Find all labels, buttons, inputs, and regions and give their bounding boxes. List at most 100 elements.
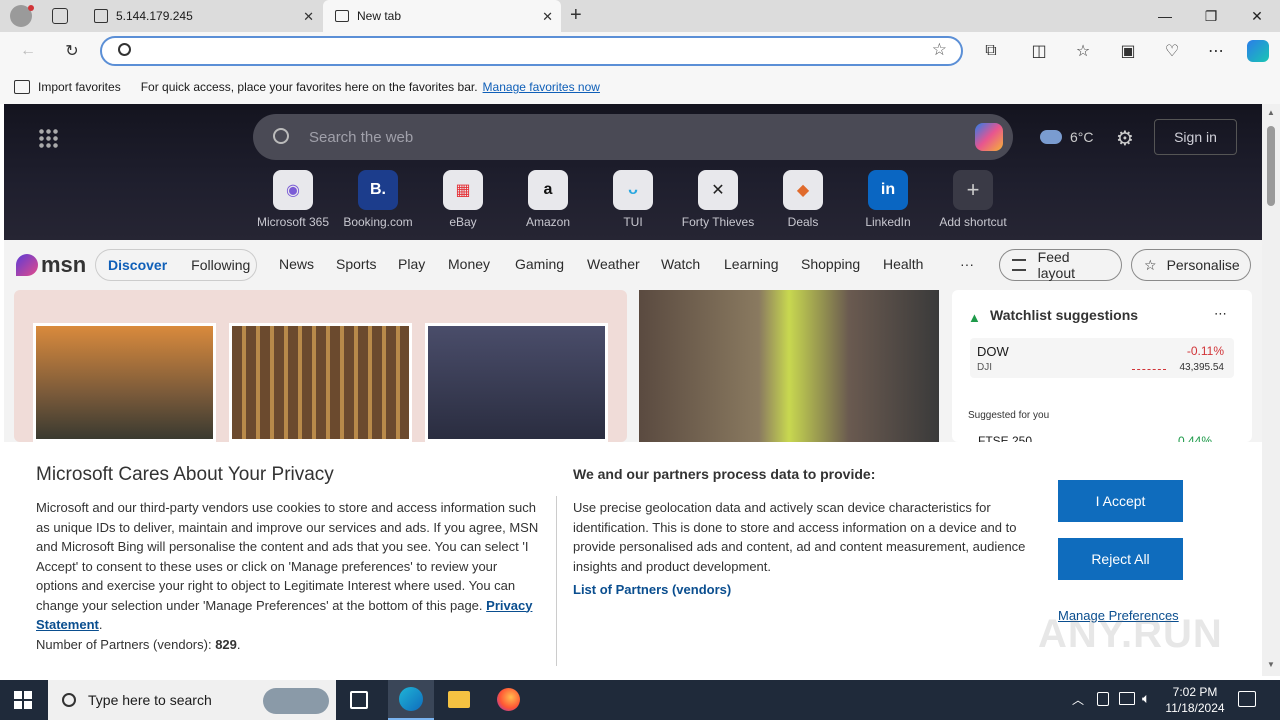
tab-ip-address[interactable]: 5.144.179.245 ✕ — [84, 0, 322, 32]
volume-icon[interactable]: 🔈︎ — [1142, 690, 1150, 707]
shortcut-linkedin[interactable]: in LinkedIn — [848, 170, 928, 229]
close-window-icon[interactable]: ✕ — [1234, 0, 1280, 32]
restore-icon[interactable]: ❐ — [1188, 0, 1234, 32]
nav-money[interactable]: Money — [448, 256, 490, 272]
weather-cloud-icon[interactable] — [1040, 130, 1062, 144]
list-of-partners-link[interactable]: List of Partners (vendors) — [573, 582, 731, 597]
news-image-police[interactable] — [639, 290, 939, 442]
chevron-up-icon[interactable]: ︿ — [1072, 691, 1084, 708]
shortcut-deals[interactable]: ◆ Deals — [763, 170, 843, 229]
notifications-icon[interactable] — [1238, 691, 1256, 707]
web-search-box[interactable]: Search the web — [253, 114, 1013, 160]
feed-layout-button[interactable]: Feed layout — [999, 249, 1122, 281]
tab-discover[interactable]: Discover — [108, 257, 167, 273]
import-favorites-icon[interactable] — [14, 80, 30, 94]
scroll-up-icon[interactable]: ▲ — [1267, 108, 1275, 117]
card-image-building[interactable] — [229, 323, 412, 442]
browser-titlebar: 5.144.179.245 ✕ New tab ✕ + — ❐ ✕ — [0, 0, 1280, 32]
stock-row-dow[interactable]: DOW DJI -0.11% 43,395.54 — [970, 338, 1234, 378]
purposes-title: We and our partners process data to prov… — [573, 466, 876, 482]
apps-grid-icon[interactable] — [38, 128, 58, 148]
shortcut-amazon[interactable]: a Amazon — [508, 170, 588, 229]
watchlist-more-icon[interactable]: ⋯ — [1214, 306, 1227, 322]
copilot-icon[interactable] — [1242, 36, 1274, 66]
close-tab-icon[interactable]: ✕ — [542, 9, 553, 25]
taskbar-clock[interactable]: 7:02 PM 11/18/2024 — [1164, 684, 1226, 716]
copilot-icon[interactable] — [975, 123, 1003, 151]
amazon-icon: a — [528, 170, 568, 210]
card-image-statue[interactable] — [425, 323, 608, 442]
tab-actions-icon[interactable] — [52, 8, 68, 24]
reject-all-button[interactable]: Reject All — [1058, 538, 1183, 580]
linkedin-icon: in — [868, 170, 908, 210]
nav-health[interactable]: Health — [883, 256, 923, 272]
personalise-button[interactable]: ☆ Personalise — [1131, 249, 1251, 281]
shortcut-booking[interactable]: B. Booking.com — [338, 170, 418, 229]
settings-gear-icon[interactable]: ⚙ — [1116, 126, 1134, 151]
shortcut-label: Forty Thieves — [681, 215, 755, 229]
back-arrow-icon[interactable]: ← — [12, 36, 44, 66]
nav-shopping[interactable]: Shopping — [801, 256, 860, 272]
close-tab-icon[interactable]: ✕ — [303, 9, 314, 25]
favorite-star-icon[interactable]: ☆ — [932, 40, 947, 60]
personalise-label: Personalise — [1166, 257, 1240, 273]
network-icon[interactable] — [1119, 692, 1135, 705]
shortcut-microsoft-365[interactable]: ◉ Microsoft 365 — [253, 170, 333, 229]
import-favorites-button[interactable]: Import favorites — [38, 80, 121, 94]
start-windows-icon[interactable] — [14, 691, 32, 709]
extensions-icon[interactable]: ⧉ — [975, 36, 1007, 66]
shortcut-forty-thieves[interactable]: ✕ Forty Thieves — [678, 170, 758, 229]
task-view-icon[interactable] — [350, 691, 368, 709]
nav-more-button[interactable]: ··· — [960, 256, 974, 272]
tab-new-tab[interactable]: New tab ✕ — [323, 0, 561, 32]
windows-taskbar: Type here to search ︿ 🔈︎ 7:02 PM 11/18/2… — [0, 680, 1280, 720]
sliders-icon — [1012, 259, 1026, 271]
partners-label: Number of Partners (vendors): — [36, 636, 212, 652]
minimize-icon[interactable]: — — [1142, 0, 1188, 32]
add-shortcut[interactable]: + Add shortcut — [933, 170, 1013, 229]
tab-title: 5.144.179.245 — [116, 9, 193, 23]
card-image-landscape[interactable] — [33, 323, 216, 442]
taskbar-search-box[interactable]: Type here to search — [48, 680, 336, 720]
nav-learning[interactable]: Learning — [724, 256, 779, 272]
nav-weather[interactable]: Weather — [587, 256, 640, 272]
partners-count: 829 — [215, 636, 237, 652]
weather-temperature[interactable]: 6°C — [1070, 129, 1094, 145]
shortcut-label: eBay — [449, 215, 477, 229]
performance-icon[interactable]: ♡ — [1156, 36, 1188, 66]
tab-following[interactable]: Following — [191, 257, 250, 273]
nav-watch[interactable]: Watch — [661, 256, 700, 272]
collections-icon[interactable]: ▣ — [1112, 36, 1144, 66]
shortcut-tui[interactable]: ᴗ TUI — [593, 170, 673, 229]
sign-in-button[interactable]: Sign in — [1154, 119, 1237, 155]
nav-news[interactable]: News — [279, 256, 314, 272]
msn-logo[interactable]: msn — [16, 252, 86, 278]
manage-favorites-link[interactable]: Manage favorites now — [483, 80, 600, 94]
scroll-down-icon[interactable]: ▼ — [1267, 660, 1275, 669]
purposes-body: Use precise geolocation data and activel… — [573, 500, 1026, 574]
scroll-thumb[interactable] — [1267, 126, 1275, 206]
split-screen-icon[interactable]: ◫ — [1023, 36, 1055, 66]
refresh-icon[interactable]: ↻ — [56, 36, 88, 66]
anyrun-watermark: ANY.RUN — [1038, 612, 1223, 656]
device-icon[interactable] — [1097, 692, 1109, 706]
divider — [556, 496, 557, 666]
nav-gaming[interactable]: Gaming — [515, 256, 564, 272]
newtab-page-icon — [335, 10, 349, 22]
deals-icon: ◆ — [783, 170, 823, 210]
accept-button[interactable]: I Accept — [1058, 480, 1183, 522]
firefox-icon[interactable] — [497, 688, 520, 711]
shortcut-ebay[interactable]: ▦ eBay — [423, 170, 503, 229]
privacy-body: Microsoft and our third-party vendors us… — [36, 500, 539, 652]
address-bar[interactable]: ☆ — [100, 36, 963, 66]
more-menu-icon[interactable]: ⋯ — [1200, 36, 1232, 66]
page-scrollbar[interactable]: ▲ ▼ — [1262, 104, 1280, 676]
edge-taskbar-icon[interactable] — [388, 680, 434, 720]
nav-sports[interactable]: Sports — [336, 256, 376, 272]
nav-play[interactable]: Play — [398, 256, 425, 272]
new-tab-plus-icon[interactable]: + — [570, 4, 582, 27]
search-icon — [62, 693, 76, 707]
page-icon — [94, 9, 108, 23]
favorites-icon[interactable]: ☆ — [1067, 36, 1099, 66]
file-explorer-icon[interactable] — [448, 691, 470, 708]
